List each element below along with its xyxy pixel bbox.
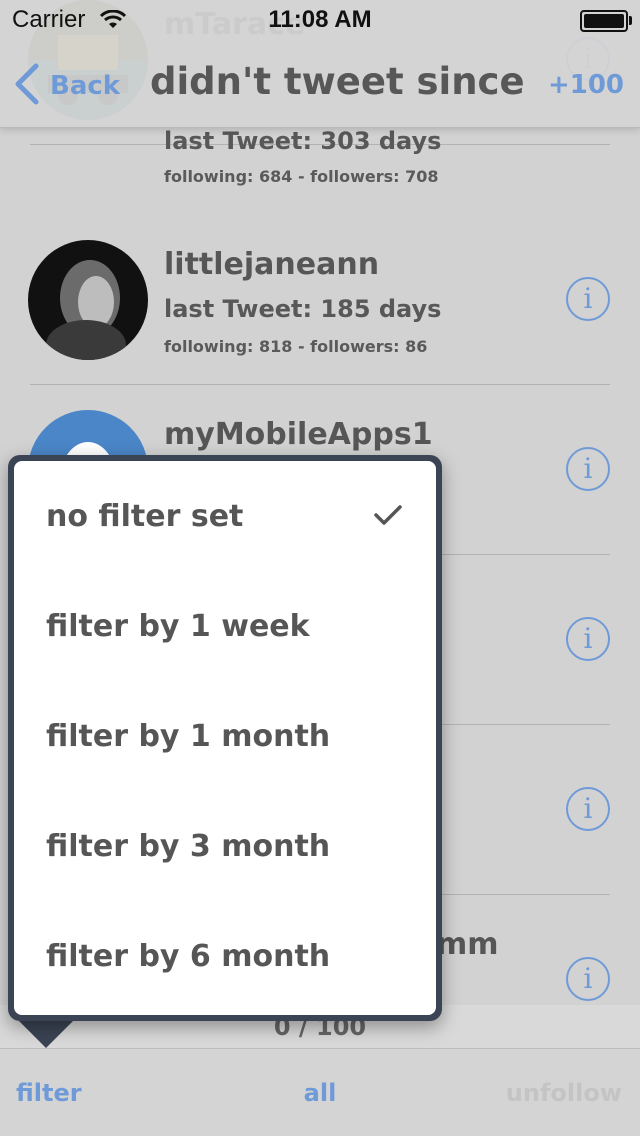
follow-stats: following: 818 - followers: 86 <box>164 337 428 356</box>
back-label: Back <box>50 71 121 101</box>
filter-popover: no filter set filter by 1 week filter by… <box>8 455 442 1021</box>
last-tweet: last Tweet: 303 days <box>164 127 442 155</box>
list-item[interactable]: littlejaneann last Tweet: 185 days follo… <box>0 215 640 385</box>
filter-option-6-month[interactable]: filter by 6 month <box>14 901 436 1011</box>
navigation-bar: Carrier 11:08 AM Back didn't tweet since… <box>0 0 640 128</box>
status-bar: Carrier 11:08 AM <box>0 0 640 40</box>
unfollow-button[interactable]: unfollow <box>506 1079 622 1107</box>
filter-option-none[interactable]: no filter set <box>14 461 436 571</box>
clock: 11:08 AM <box>268 6 372 33</box>
last-tweet: last Tweet: 185 days <box>164 295 442 323</box>
filter-option-label: no filter set <box>46 498 244 534</box>
back-button[interactable]: Back <box>14 62 121 110</box>
page-title: didn't tweet since <box>150 60 525 103</box>
filter-option-1-week[interactable]: filter by 1 week <box>14 571 436 681</box>
info-icon[interactable]: i <box>566 277 610 321</box>
filter-option-label: filter by 6 month <box>46 938 331 974</box>
follow-stats: following: 684 - followers: 708 <box>164 167 439 186</box>
username: littlejaneann <box>164 247 380 282</box>
filter-option-1-month[interactable]: filter by 1 month <box>14 681 436 791</box>
info-icon[interactable]: i <box>566 617 610 661</box>
chevron-left-icon <box>14 62 40 110</box>
filter-option-label: filter by 1 week <box>46 608 310 644</box>
battery-icon <box>580 10 628 32</box>
info-icon[interactable]: i <box>566 957 610 1001</box>
info-icon[interactable]: i <box>566 447 610 491</box>
checkmark-icon <box>374 499 402 534</box>
username: mm <box>436 927 499 962</box>
avatar <box>28 240 148 360</box>
popover-arrow <box>16 1018 76 1048</box>
filter-option-label: filter by 1 month <box>46 718 331 754</box>
username: myMobileApps1 <box>164 417 433 452</box>
filter-option-label: filter by 3 month <box>46 828 331 864</box>
load-more-button[interactable]: +100 <box>548 70 624 100</box>
info-icon[interactable]: i <box>566 787 610 831</box>
filter-option-3-month[interactable]: filter by 3 month <box>14 791 436 901</box>
filter-menu: no filter set filter by 1 week filter by… <box>14 461 436 1015</box>
bottom-toolbar: filter all unfollow <box>0 1048 640 1136</box>
battery-tip <box>629 16 632 25</box>
